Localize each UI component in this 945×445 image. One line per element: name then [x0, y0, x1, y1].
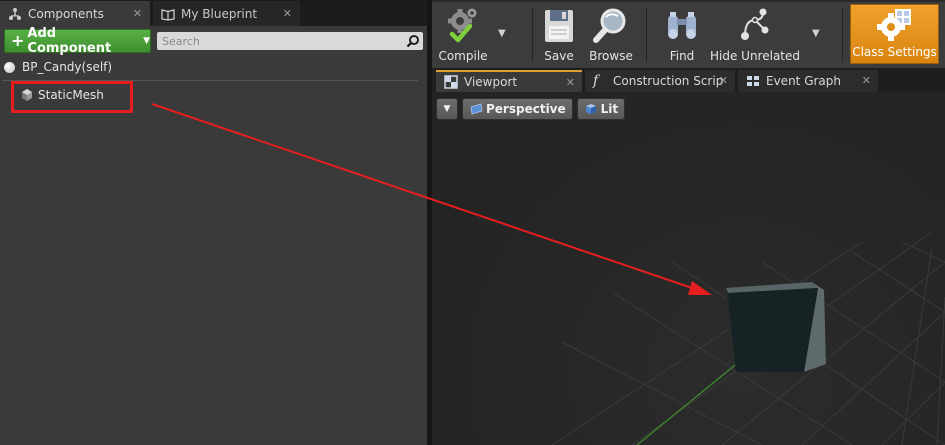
class-settings-label: Class Settings [852, 45, 937, 59]
book-icon [161, 8, 175, 21]
class-settings-button[interactable]: Class Settings [850, 4, 939, 64]
components-icon [9, 7, 21, 20]
browse-button[interactable]: Browse [588, 4, 634, 66]
binoculars-icon [668, 12, 696, 39]
find-label: Find [669, 49, 695, 63]
add-component-button[interactable]: + Add Component ▼ [4, 26, 151, 56]
save-label: Save [544, 49, 574, 63]
viewport-toolbar: ▼ Perspective Lit [436, 98, 626, 122]
tab-viewport-label: Viewport [464, 75, 518, 89]
close-icon[interactable]: ✕ [862, 74, 871, 87]
perspective-icon [470, 103, 483, 115]
compile-button[interactable]: Compile [436, 4, 490, 66]
save-button[interactable]: Save [538, 4, 580, 66]
search-input[interactable] [157, 32, 401, 50]
perspective-label: Perspective [486, 102, 566, 116]
compile-icon [448, 8, 477, 43]
compile-label: Compile [438, 49, 488, 63]
search-icon[interactable] [406, 34, 420, 48]
tab-event-graph-label: Event Graph [766, 74, 841, 88]
tab-construction-script-label: Construction Scrip [613, 74, 724, 88]
lit-label: Lit [600, 102, 619, 116]
close-icon[interactable]: ✕ [566, 76, 575, 89]
chevron-down-icon[interactable]: ▼ [812, 28, 820, 39]
tab-my-blueprint-label: My Blueprint [181, 6, 258, 21]
hide-unrelated-button[interactable]: Hide Unrelated [710, 4, 800, 66]
close-icon[interactable]: ✕ [283, 7, 292, 20]
components-panel: Components ✕ My Blueprint ✕ + Add Compon… [0, 0, 427, 445]
hide-unrelated-label: Hide Unrelated [710, 49, 801, 63]
tab-viewport[interactable]: Viewport ✕ [436, 70, 582, 92]
components-toolbar: + Add Component ▼ [0, 26, 427, 56]
viewport-icon [444, 75, 458, 89]
browse-label: Browse [589, 49, 633, 63]
node-graph-icon [741, 8, 769, 40]
tree-item-root-label: BP_Candy(self) [22, 60, 113, 74]
find-button[interactable]: Find [660, 4, 704, 66]
annotation-highlight-box [11, 81, 133, 113]
graph-icon [747, 76, 759, 86]
class-settings-gear-icon [876, 9, 911, 41]
close-icon[interactable]: ✕ [719, 74, 728, 87]
chevron-down-icon: ▼ [443, 104, 451, 114]
add-component-label: Add Component [27, 26, 112, 56]
close-icon[interactable]: ✕ [133, 7, 142, 20]
tab-my-blueprint[interactable]: My Blueprint ✕ [153, 1, 300, 26]
left-tab-bar: Components ✕ My Blueprint ✕ [0, 0, 427, 26]
viewport-canvas[interactable]: ▼ Perspective Lit [432, 92, 945, 445]
plus-icon: + [11, 31, 25, 50]
viewport-menu-button[interactable]: ▼ [436, 98, 458, 120]
tree-item-root[interactable]: BP_Candy(self) [4, 58, 112, 76]
main-toolbar: Compile ▼ Save Browse Find Hide Unrelate… [432, 0, 945, 68]
viewport-grid [551, 231, 945, 445]
chevron-down-icon[interactable]: ▼ [498, 28, 506, 39]
toolbar-separator [842, 8, 843, 62]
blueprint-editor: Compile ▼ Save Browse Find Hide Unrelate… [432, 0, 945, 445]
function-icon: f [593, 73, 599, 89]
actor-sphere-icon [4, 61, 15, 73]
save-icon [545, 10, 573, 42]
chevron-down-icon: ▼ [143, 36, 150, 46]
magnifier-icon [593, 8, 626, 43]
toolbar-separator [532, 8, 533, 62]
toolbar-separator [646, 8, 647, 62]
tab-components-label: Components [28, 6, 104, 21]
perspective-button[interactable]: Perspective [462, 98, 573, 120]
lit-cube-icon [585, 104, 596, 114]
document-tab-bar: Viewport ✕ f Construction Scrip ✕ Event … [432, 68, 945, 92]
search-box [157, 32, 423, 50]
tab-components[interactable]: Components ✕ [0, 1, 150, 26]
lit-button[interactable]: Lit [576, 98, 626, 120]
tab-event-graph[interactable]: Event Graph ✕ [738, 70, 878, 92]
tab-construction-script[interactable]: f Construction Scrip ✕ [585, 70, 735, 92]
